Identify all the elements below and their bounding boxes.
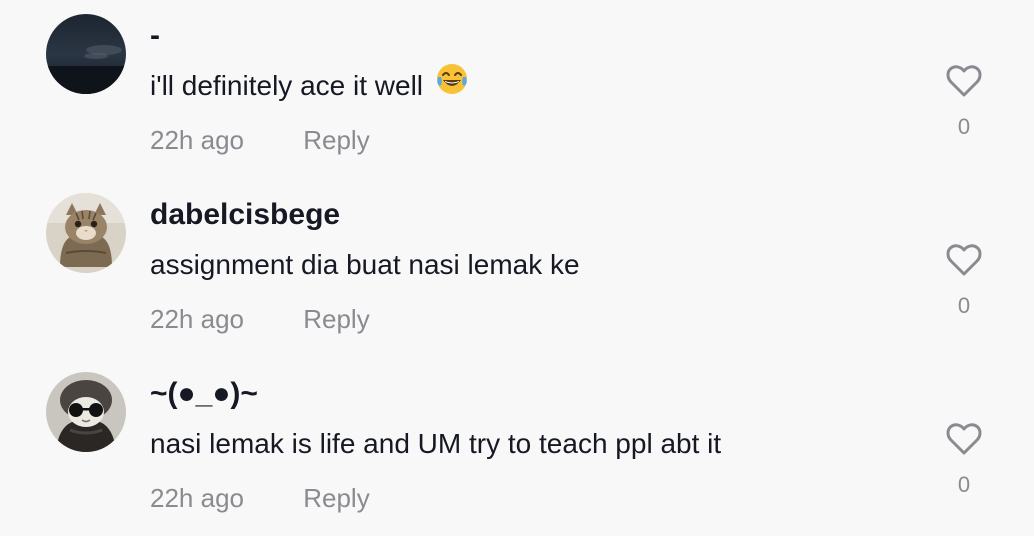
comment-item: ~(●_●)~ nasi lemak is life and UM try to… <box>0 358 1034 536</box>
comment-item: dabelcisbege assignment dia buat nasi le… <box>0 179 1034 357</box>
comment-timestamp: 22h ago <box>150 483 244 513</box>
reply-button[interactable]: Reply <box>303 483 369 513</box>
comment-text: assignment dia buat nasi lemak ke <box>150 249 580 280</box>
avatar[interactable] <box>46 14 126 94</box>
reply-button[interactable]: Reply <box>303 125 369 155</box>
comment-meta: 22h ago Reply <box>150 122 370 158</box>
comment-timestamp: 22h ago <box>150 125 244 155</box>
comment-text: i'll definitely ace it well <box>150 64 469 107</box>
heart-outline-icon <box>946 423 982 455</box>
comment-timestamp: 22h ago <box>150 304 244 334</box>
comment-username[interactable]: - <box>150 16 160 56</box>
heart-outline-icon <box>946 244 982 276</box>
avatar[interactable] <box>46 193 126 273</box>
comment-text: nasi lemak is life and UM try to teach p… <box>150 428 722 459</box>
reply-button[interactable]: Reply <box>303 304 369 334</box>
face-with-tears-of-joy-icon <box>435 62 469 107</box>
like-button[interactable]: 0 <box>938 416 990 506</box>
comment-username[interactable]: dabelcisbege <box>150 195 340 235</box>
like-button[interactable]: 0 <box>938 237 990 327</box>
comment-item: - i'll definitely ace it well 22h ago Re… <box>0 0 1034 178</box>
avatar[interactable] <box>46 372 126 452</box>
like-button[interactable]: 0 <box>938 58 990 148</box>
like-count: 0 <box>957 114 971 139</box>
comment-text-body: i'll definitely ace it well <box>150 70 424 101</box>
like-count: 0 <box>957 472 971 497</box>
comment-meta: 22h ago Reply <box>150 301 370 337</box>
comment-username[interactable]: ~(●_●)~ <box>150 374 258 414</box>
like-count: 0 <box>957 293 971 318</box>
comment-meta: 22h ago Reply <box>150 480 370 516</box>
heart-outline-icon <box>946 65 982 97</box>
